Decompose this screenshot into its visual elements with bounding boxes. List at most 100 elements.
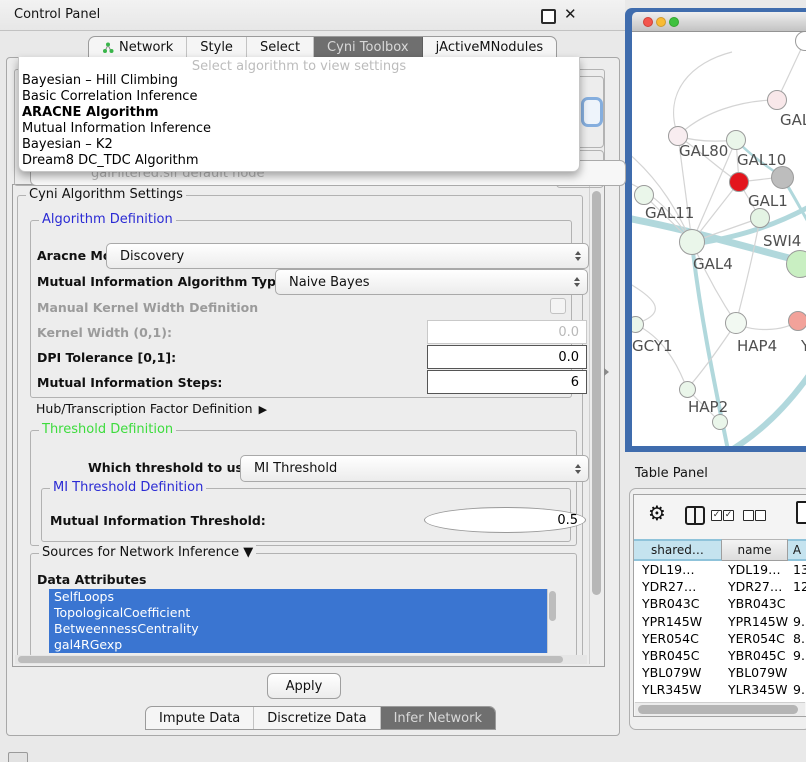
mi-type-label: Mutual Information Algorithm Type: <box>37 274 289 289</box>
table-row[interactable]: YLR345WYLR345W9. <box>634 681 806 698</box>
tab-impute-data[interactable]: Impute Data <box>146 707 254 729</box>
network-node[interactable] <box>750 208 770 228</box>
kernel-width-label: Kernel Width (0,1): <box>37 325 172 340</box>
network-node[interactable] <box>725 312 747 334</box>
group-legend: Cyni Algorithm Settings <box>26 187 186 202</box>
network-node[interactable] <box>632 316 644 333</box>
document-icon[interactable] <box>796 501 806 524</box>
tab-discretize-data[interactable]: Discretize Data <box>254 707 380 729</box>
column-header-shared-name[interactable]: shared… <box>634 539 722 561</box>
table-row[interactable]: YER054CYER054C8. <box>634 630 806 647</box>
network-canvas[interactable]: GALGAL80GAL10GAL1GAL11SWI4GAL4GCY1HAP4YH… <box>632 32 806 446</box>
network-node[interactable] <box>788 311 806 331</box>
network-node[interactable] <box>767 90 787 110</box>
gear-icon[interactable]: ⚙ <box>648 501 666 525</box>
table-row[interactable]: YBL079WYBL079W <box>634 664 806 681</box>
close-icon[interactable]: ✕ <box>564 5 577 23</box>
hub-definition-expander[interactable]: Hub/Transcription Factor Definition▶ <box>36 401 267 416</box>
node-label: GAL <box>780 111 806 129</box>
network-node[interactable] <box>729 172 749 192</box>
hidden-focused-button[interactable] <box>581 97 603 127</box>
splitter-handle-icon[interactable] <box>604 368 609 376</box>
attribute-list-scrollbar[interactable] <box>547 589 558 653</box>
apply-label: Apply <box>286 679 323 694</box>
table-toolbar: ⚙ ✓ ✓ <box>634 495 806 539</box>
table-cell: 13 <box>788 561 806 578</box>
attribute-item[interactable]: BetweennessCentrality <box>49 621 547 637</box>
attribute-item[interactable]: SelfLoops <box>49 589 547 605</box>
tab-jactivemnodules[interactable]: jActiveMNodules <box>423 37 557 58</box>
mi-threshold-input[interactable]: 0.5 <box>424 507 586 533</box>
control-panel-titlebar: Control Panel ✕ <box>0 0 625 31</box>
tab-label: Impute Data <box>159 711 240 726</box>
aracne-mode-select[interactable]: Discovery <box>106 243 589 269</box>
aracne-mode-value: Discovery <box>120 249 184 264</box>
settings-horizontal-scrollbar[interactable] <box>15 655 587 664</box>
network-node[interactable] <box>786 250 806 278</box>
table-row[interactable]: YDL19…YDL19…13 <box>634 561 806 578</box>
columns-icon[interactable] <box>685 506 705 525</box>
kernel-width-input[interactable]: 0.0 <box>427 320 587 344</box>
sources-expander[interactable]: Sources for Network Inference ▼ <box>39 545 256 560</box>
sources-label: Sources for Network Inference <box>42 545 239 560</box>
control-panel-tabs: Network Style Select Cyni Toolbox jActiv… <box>88 36 557 58</box>
table-cell: 9. <box>788 681 806 698</box>
minimize-traffic-light[interactable] <box>656 17 666 27</box>
tab-cyni-toolbox[interactable]: Cyni Toolbox <box>314 37 423 58</box>
select-all-checked-icon[interactable]: ✓ <box>711 510 722 521</box>
select-all-checked-icon[interactable]: ✓ <box>723 510 734 521</box>
attribute-item[interactable]: gal4RGexp <box>49 637 547 653</box>
node-label: HAP4 <box>737 337 777 355</box>
table-row[interactable]: YBR045CYBR045C9. <box>634 647 806 664</box>
tab-select[interactable]: Select <box>247 37 314 58</box>
column-header-name[interactable]: name <box>722 539 788 561</box>
network-node[interactable] <box>712 414 728 430</box>
settings-vertical-scrollbar[interactable] <box>589 185 604 664</box>
mi-threshold-label: Mutual Information Threshold: <box>50 513 266 528</box>
settings-scroll-area: Cyni Algorithm Settings Algorithm Defini… <box>12 184 605 667</box>
dpi-tolerance-input[interactable]: 0.0 <box>427 345 587 369</box>
table-cell: 12 <box>788 578 806 595</box>
algorithm-option[interactable]: Bayesian – Hill Climbing <box>22 73 178 89</box>
attribute-item[interactable]: TopologicalCoefficient <box>49 605 547 621</box>
minimized-panel-icon[interactable] <box>8 752 28 762</box>
mi-type-select[interactable]: Naive Bayes <box>275 269 588 295</box>
table-cell: YBR045C <box>722 647 788 664</box>
expander-arrow-icon: ▼ <box>243 545 253 560</box>
table-horizontal-scrollbar[interactable] <box>635 702 805 716</box>
network-node[interactable] <box>634 185 654 205</box>
tab-infer-network[interactable]: Infer Network <box>381 707 495 729</box>
network-node[interactable] <box>679 229 705 255</box>
algorithm-option-aracne[interactable]: ARACNE Algorithm <box>22 105 159 121</box>
sources-group: Sources for Network Inference ▼ Data Att… <box>30 553 577 657</box>
column-header-clipped[interactable]: A <box>788 539 806 561</box>
network-node[interactable] <box>679 381 696 398</box>
unselect-all-icon[interactable] <box>743 510 754 521</box>
dpi-tolerance-label: DPI Tolerance [0,1]: <box>37 350 176 365</box>
table-cell: YDR27… <box>722 578 788 595</box>
manual-kernel-checkbox[interactable] <box>550 298 566 314</box>
close-traffic-light[interactable] <box>643 17 653 27</box>
tab-style[interactable]: Style <box>187 37 247 58</box>
zoom-traffic-light[interactable] <box>669 17 679 27</box>
tab-network[interactable]: Network <box>89 37 187 58</box>
which-threshold-select[interactable]: MI Threshold <box>240 455 589 482</box>
unselect-all-icon[interactable] <box>755 510 766 521</box>
table-cell: YBL079W <box>634 664 722 681</box>
algorithm-option[interactable]: Mutual Information Inference <box>22 121 211 137</box>
algorithm-option[interactable]: Dream8 DC_TDC Algorithm <box>22 153 199 169</box>
network-node[interactable] <box>726 130 746 150</box>
table-cell: YBL079W <box>722 664 788 681</box>
algorithm-option[interactable]: Bayesian – K2 <box>22 137 113 153</box>
table-row[interactable]: YPR145WYPR145W9. <box>634 613 806 630</box>
apply-button[interactable]: Apply <box>267 673 341 699</box>
mi-steps-value: 6 <box>571 375 579 390</box>
table-cell: YBR043C <box>722 595 788 612</box>
threshold-definition-group: Threshold Definition Which threshold to … <box>30 430 577 546</box>
data-attributes-list: SelfLoops TopologicalCoefficient Between… <box>49 589 547 653</box>
algorithm-option[interactable]: Basic Correlation Inference <box>22 89 197 105</box>
mi-steps-input[interactable]: 6 <box>427 370 587 394</box>
table-row[interactable]: YBR043CYBR043C <box>634 595 806 612</box>
float-window-icon[interactable] <box>541 9 556 24</box>
table-row[interactable]: YDR27…YDR27…12 <box>634 578 806 595</box>
